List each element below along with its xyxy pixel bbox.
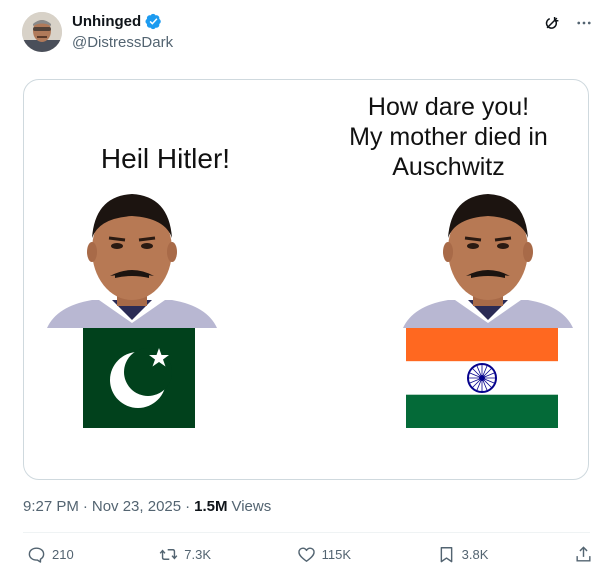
meta-separator: · (82, 498, 88, 515)
man-portrait-image (47, 194, 217, 328)
grok-icon[interactable] (543, 14, 561, 32)
like-button[interactable]: 115K (297, 545, 351, 564)
like-icon (297, 547, 315, 562)
share-button[interactable] (574, 545, 593, 564)
meme-caption-right: How dare you! My mother died in Auschwit… (307, 92, 588, 182)
author-name-row: Unhinged (72, 13, 162, 30)
divider (23, 532, 590, 533)
pakistan-flag (83, 328, 195, 428)
like-count: 115K (321, 547, 352, 562)
share-icon (576, 546, 591, 562)
views-count: 1.5M (194, 498, 228, 515)
tweet-time[interactable]: 9:27 PM (23, 498, 79, 515)
views-label: Views (231, 498, 272, 515)
top-actions (543, 14, 593, 32)
avatar[interactable] (22, 12, 62, 52)
action-bar: 210 7.3K 115K 3.8K (27, 545, 593, 564)
meme-panel-right: How dare you! My mother died in Auschwit… (307, 80, 588, 479)
bookmark-icon (440, 547, 452, 563)
bookmark-count: 3.8K (461, 547, 489, 562)
reply-icon (28, 547, 45, 563)
india-flag (406, 328, 558, 428)
tweet-media[interactable]: Heil Hitler! How dare you! My mother die… (23, 79, 589, 480)
man-portrait-image (403, 194, 573, 328)
bookmark-button[interactable]: 3.8K (437, 545, 489, 564)
more-icon[interactable] (575, 14, 593, 32)
reply-button[interactable]: 210 (27, 545, 74, 564)
reply-count: 210 (52, 547, 74, 562)
meme-caption-right-line: Auschwitz (392, 153, 505, 181)
tweet-date[interactable]: Nov 23, 2025 (92, 498, 181, 515)
repost-button[interactable]: 7.3K (159, 545, 211, 564)
meme-caption-right-line: My mother died in (349, 123, 548, 151)
meme-panel-left: Heil Hitler! (24, 80, 307, 479)
meta-separator: · (185, 498, 191, 515)
author-display-name[interactable]: Unhinged (72, 13, 141, 30)
tweet: Unhinged @DistressDark Heil Hitler! How … (0, 0, 613, 583)
meme-caption-left: Heil Hitler! (100, 143, 231, 174)
repost-count: 7.3K (184, 547, 212, 562)
tweet-meta: 9:27 PM · Nov 23, 2025 · 1.5M Views (23, 498, 271, 515)
meme-caption-right-line: How dare you! (367, 93, 530, 121)
repost-icon (159, 549, 178, 560)
verified-badge-icon (145, 13, 161, 30)
author-handle[interactable]: @DistressDark (72, 34, 173, 51)
avatar-image (22, 12, 62, 52)
